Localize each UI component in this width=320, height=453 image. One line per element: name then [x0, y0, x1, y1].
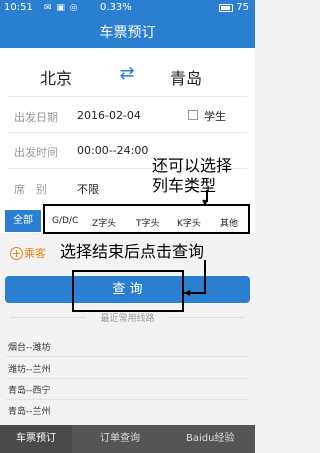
add-passenger-button[interactable]: + 乘客 — [10, 245, 46, 261]
departure-time-label: 出发时间 — [14, 146, 58, 159]
seat-class-value[interactable]: 不限 — [77, 181, 99, 197]
status-bar: 10:51 ✉ ▣ ◎ 0.33% 75 — [0, 0, 255, 18]
arrow-head-icon: ▼ — [202, 198, 209, 207]
status-time: 10:51 — [4, 2, 33, 13]
filter-highlight-box — [43, 204, 250, 234]
tab-order-query[interactable]: 订单查询 — [100, 425, 140, 453]
ticket-booking-screen: 10:51 ✉ ▣ ◎ 0.33% 75 车票预订 北京 ⇄ 青岛 出发日期 2… — [0, 0, 255, 453]
seat-class-label: 席 别 — [14, 183, 47, 196]
form-divider — [8, 96, 247, 97]
passenger-label: 乘客 — [24, 247, 46, 260]
filter-all-button[interactable]: 全部 — [5, 210, 41, 232]
departure-time-value[interactable]: 00:00--24:00 — [77, 144, 148, 157]
recent-route-item[interactable]: 潍坊--兰州 — [8, 362, 51, 375]
arrow-head-icon: ◀ — [184, 288, 191, 297]
notification-icons: ✉ ▣ ◎ — [44, 3, 79, 13]
battery-level: 75 — [236, 2, 249, 13]
battery-percent: 0.33% — [100, 2, 132, 13]
route-divider — [6, 356, 249, 357]
departure-date-value[interactable]: 2016-02-04 — [77, 109, 141, 122]
query-highlight-box — [72, 270, 184, 312]
annotation-text: 选择结束后点击查询 — [60, 242, 205, 261]
recent-route-item[interactable]: 青岛--兰州 — [8, 404, 51, 417]
from-city[interactable]: 北京 — [40, 65, 72, 89]
route-divider — [6, 378, 249, 379]
annotation-arrow — [204, 260, 206, 294]
route-divider — [6, 399, 249, 400]
plus-icon: + — [10, 247, 23, 260]
student-label: 学生 — [204, 110, 226, 123]
battery-icon — [219, 4, 233, 12]
departure-date-label: 出发日期 — [14, 111, 58, 124]
recent-routes-title: 最近常用线路 — [0, 311, 255, 324]
recent-route-item[interactable]: 烟台--潍坊 — [8, 340, 51, 353]
recent-route-item[interactable]: 青岛--西宁 — [8, 383, 51, 396]
watermark-text: Baidu经验 — [186, 433, 235, 444]
tab-ticket-booking[interactable]: 车票预订 — [0, 425, 72, 453]
form-divider — [8, 132, 247, 133]
to-city[interactable]: 青岛 — [170, 65, 202, 89]
student-checkbox[interactable] — [188, 110, 198, 120]
swap-cities-icon[interactable]: ⇄ — [117, 64, 137, 84]
page-title: 车票预订 — [0, 18, 255, 48]
